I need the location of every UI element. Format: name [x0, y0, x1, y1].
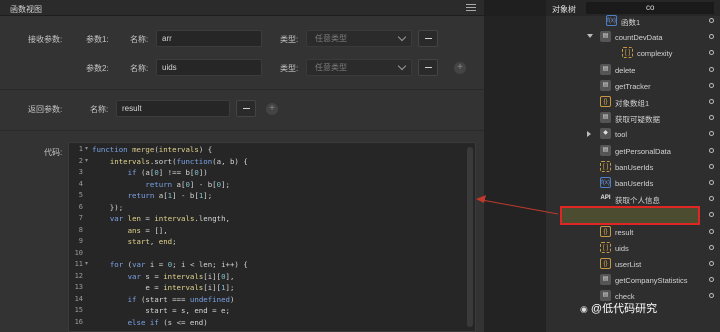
watermark-text: @低代码研究	[590, 303, 658, 315]
wechat-icon: ◉	[580, 304, 588, 314]
watermark: ◉ @低代码研究	[580, 300, 657, 316]
annotation-arrow	[476, 195, 559, 215]
